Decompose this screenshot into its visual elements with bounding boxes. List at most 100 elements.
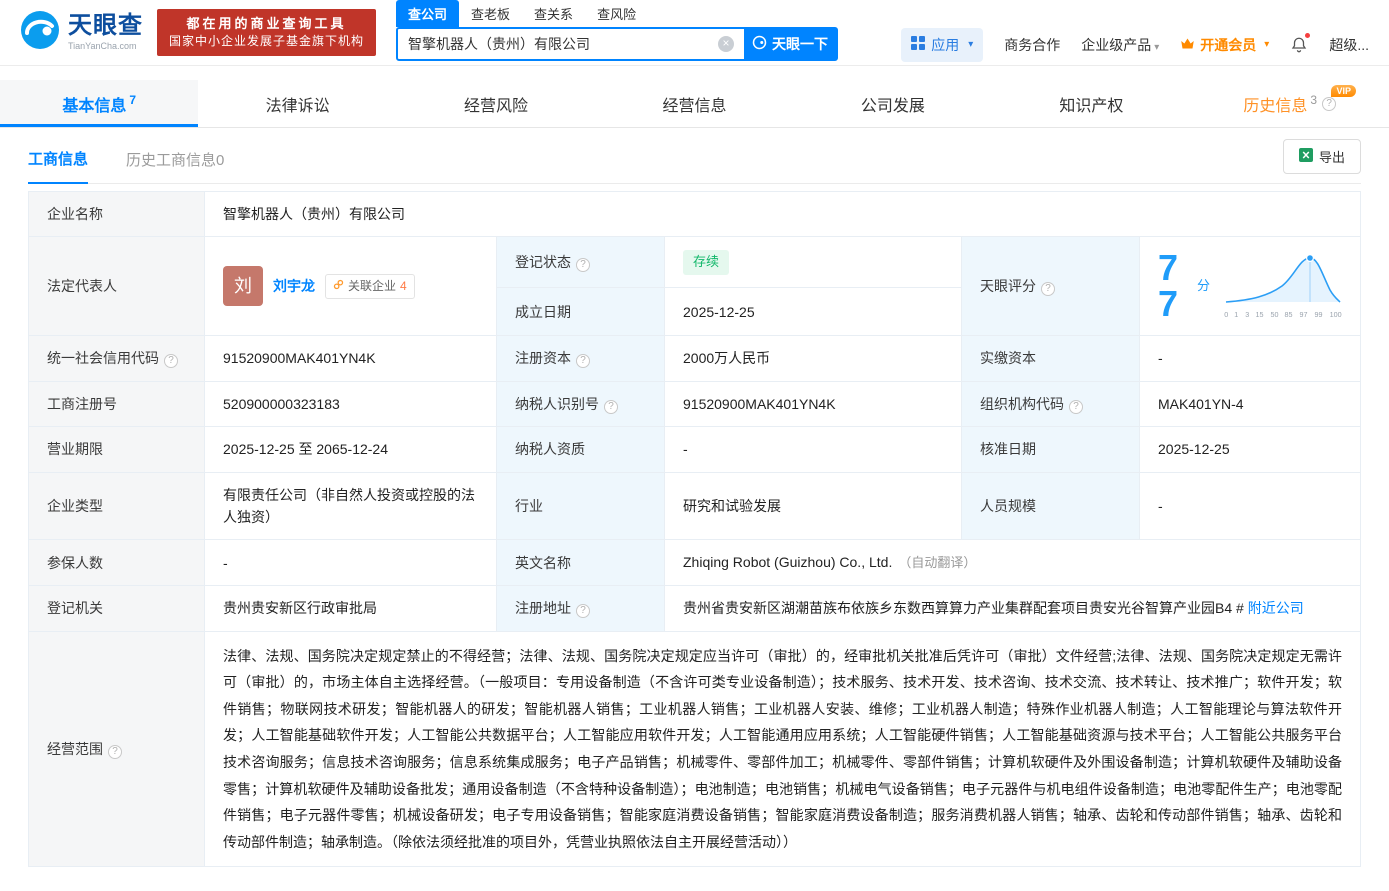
- legal-rep-name-link[interactable]: 刘宇龙: [273, 275, 315, 297]
- enterprise-products-menu[interactable]: 企业级产品 ▾: [1081, 35, 1159, 55]
- help-icon[interactable]: ?: [604, 399, 618, 414]
- field-label: 企业名称: [47, 206, 103, 222]
- field-value: 91520900MAK401YN4K: [223, 350, 376, 367]
- field-label: 营业期限: [47, 441, 103, 458]
- link-icon: [333, 277, 344, 296]
- field-label: 经营范围: [47, 740, 103, 757]
- help-icon[interactable]: ?: [576, 258, 590, 273]
- field-value: -: [1158, 497, 1163, 514]
- super-vip-menu[interactable]: 超级...: [1329, 35, 1369, 55]
- tianyancha-logo[interactable]: 天眼查 TianYanCha.com: [20, 10, 143, 55]
- logo-subtitle: TianYanCha.com: [68, 40, 137, 51]
- field-value: -: [223, 554, 228, 571]
- legal-rep-avatar[interactable]: 刘: [223, 266, 263, 307]
- page: 天眼查 TianYanCha.com 都在用的商业查询工具 国家中小企业发展子基…: [0, 0, 1389, 891]
- tab-count: 3: [1310, 92, 1318, 107]
- help-icon[interactable]: ?: [576, 604, 590, 619]
- tab-operating-risk[interactable]: 经营风险: [397, 80, 595, 127]
- related-companies-badge[interactable]: 关联企业 4: [325, 273, 415, 299]
- field-value: 520900000323183: [223, 395, 340, 412]
- notification-dot: [1305, 32, 1311, 38]
- field-value: -: [1158, 350, 1163, 367]
- promo-banner: 都在用的商业查询工具 国家中小企业发展子基金旗下机构: [157, 9, 377, 56]
- field-value: 2025-12-25 至 2065-12-24: [223, 441, 389, 458]
- score-axis: 0 1 3 15 50 85 97 99 100: [1224, 311, 1342, 320]
- help-icon[interactable]: ?: [164, 354, 178, 369]
- field-label: 英文名称: [515, 554, 571, 571]
- chevron-down-icon: ▾: [1264, 39, 1270, 50]
- table-row: 法定代表人 刘 刘宇龙 关联企业 4 登记状态 ? 存续 天眼评分 ? 77 分…: [28, 236, 1361, 337]
- apps-menu[interactable]: 应用 ▾: [901, 27, 984, 62]
- tab-count: 7: [129, 92, 137, 107]
- field-label: 登记机关: [47, 600, 103, 617]
- field-label: 法定代表人: [47, 278, 117, 295]
- promo-line1: 都在用的商业查询工具: [186, 16, 347, 31]
- help-icon[interactable]: ?: [108, 744, 122, 759]
- help-icon[interactable]: ?: [1069, 399, 1083, 414]
- chevron-down-icon: ▾: [1154, 41, 1160, 53]
- field-label: 实缴资本: [980, 350, 1036, 367]
- field-value: MAK401YN-4: [1158, 395, 1244, 412]
- clear-search-icon[interactable]: ×: [718, 35, 735, 52]
- help-icon[interactable]: ?: [576, 354, 590, 369]
- tianyan-score[interactable]: 77 分 0 1 3 15 50 85 97 99 100: [1158, 248, 1342, 324]
- tianyancha-logo-icon: [20, 10, 60, 55]
- address-value: 贵州省贵安新区湖潮苗族布依族乡东数西算算力产业集群配套项目贵安光谷智算产业园B4…: [683, 600, 1244, 617]
- tab-intellectual-property[interactable]: 知识产权: [992, 80, 1190, 127]
- search-tab-company[interactable]: 查公司: [396, 0, 460, 27]
- help-icon[interactable]: ?: [1322, 96, 1337, 111]
- search-tab-boss[interactable]: 查老板: [459, 0, 522, 27]
- open-vip-menu[interactable]: 开通会员 ▾: [1180, 35, 1269, 55]
- table-row: 经营范围? 法律、法规、国务院决定规定禁止的不得经营；法律、法规、国务院决定规定…: [28, 630, 1361, 868]
- table-row: 登记机关 贵州贵安新区行政审批局 注册地址? 贵州省贵安新区湖潮苗族布依族乡东数…: [28, 585, 1361, 632]
- export-button[interactable]: 导出: [1282, 139, 1361, 174]
- search-tab-risk[interactable]: 查风险: [585, 0, 648, 27]
- tab-basic-info[interactable]: 基本信息 7: [0, 80, 199, 127]
- table-row: 统一社会信用代码? 91520900MAK401YN4K 注册资本? 2000万…: [28, 335, 1361, 382]
- company-name-value: 智擎机器人（贵州）有限公司: [223, 206, 405, 222]
- header-right-menu: 应用 ▾ 商务合作 企业级产品 ▾ 开通会员 ▾ 超级...: [901, 4, 1369, 62]
- subtab-history-registration[interactable]: 历史工商信息0: [126, 149, 224, 183]
- tab-operating-info[interactable]: 经营信息: [595, 80, 793, 127]
- table-row: 企业名称 智擎机器人（贵州）有限公司: [28, 190, 1361, 238]
- search-tabs: 查公司 查老板 查关系 查风险: [396, 0, 838, 27]
- field-value: 有限责任公司（非自然人投资或控股的法人独资）: [223, 486, 475, 525]
- search-button[interactable]: 天眼一下: [744, 28, 837, 59]
- auto-translate-note: （自动翻译）: [898, 555, 977, 571]
- field-value: 2025-12-25: [1158, 441, 1230, 458]
- crown-icon: [1180, 37, 1195, 53]
- tab-history-info[interactable]: 历史信息 3 ? VIP: [1191, 80, 1389, 127]
- nearby-companies-link[interactable]: 附近公司: [1248, 600, 1304, 616]
- field-value: 研究和试验发展: [683, 497, 781, 514]
- main-content: 工商信息 历史工商信息0 导出 企业名称 智擎机器人（贵州）有限公司 法定代表人…: [0, 128, 1389, 891]
- company-info-table: 企业名称 智擎机器人（贵州）有限公司 法定代表人 刘 刘宇龙 关联企业 4 登记…: [28, 190, 1361, 868]
- sub-tab-row: 工商信息 历史工商信息0 导出: [28, 128, 1361, 184]
- field-label: 工商注册号: [47, 395, 117, 412]
- field-label: 登记状态: [515, 254, 571, 271]
- field-label: 参保人数: [47, 554, 103, 571]
- status-badge: 存续: [683, 249, 730, 275]
- field-value: 贵州贵安新区行政审批局: [223, 600, 377, 617]
- field-label: 企业类型: [47, 497, 103, 514]
- search-input[interactable]: [398, 35, 719, 52]
- search-box: × 天眼一下: [396, 26, 839, 61]
- table-row: 参保人数 - 英文名称 Zhiqing Robot (Guizhou) Co.,…: [28, 539, 1361, 587]
- tab-legal-proceedings[interactable]: 法律诉讼: [198, 80, 396, 127]
- field-label: 注册地址: [515, 600, 571, 617]
- business-cooperation-link[interactable]: 商务合作: [1004, 35, 1060, 55]
- field-label: 天眼评分: [980, 278, 1036, 295]
- field-label: 组织机构代码: [980, 395, 1064, 412]
- table-row: 营业期限 2025-12-25 至 2065-12-24 纳税人资质 - 核准日…: [28, 426, 1361, 473]
- help-icon[interactable]: ?: [1041, 282, 1055, 297]
- notification-bell-icon[interactable]: [1290, 32, 1311, 55]
- logo-title: 天眼查: [68, 12, 143, 40]
- search-tab-relation[interactable]: 查关系: [522, 0, 585, 27]
- field-label: 人员规模: [980, 497, 1036, 514]
- subtab-business-registration[interactable]: 工商信息: [28, 148, 89, 184]
- tab-company-development[interactable]: 公司发展: [794, 80, 992, 127]
- field-value: 91520900MAK401YN4K: [683, 395, 836, 412]
- vip-badge: VIP: [1331, 85, 1356, 97]
- excel-icon: [1298, 148, 1313, 165]
- search-button-icon: [752, 35, 767, 53]
- top-bar: 天眼查 TianYanCha.com 都在用的商业查询工具 国家中小企业发展子基…: [0, 0, 1389, 66]
